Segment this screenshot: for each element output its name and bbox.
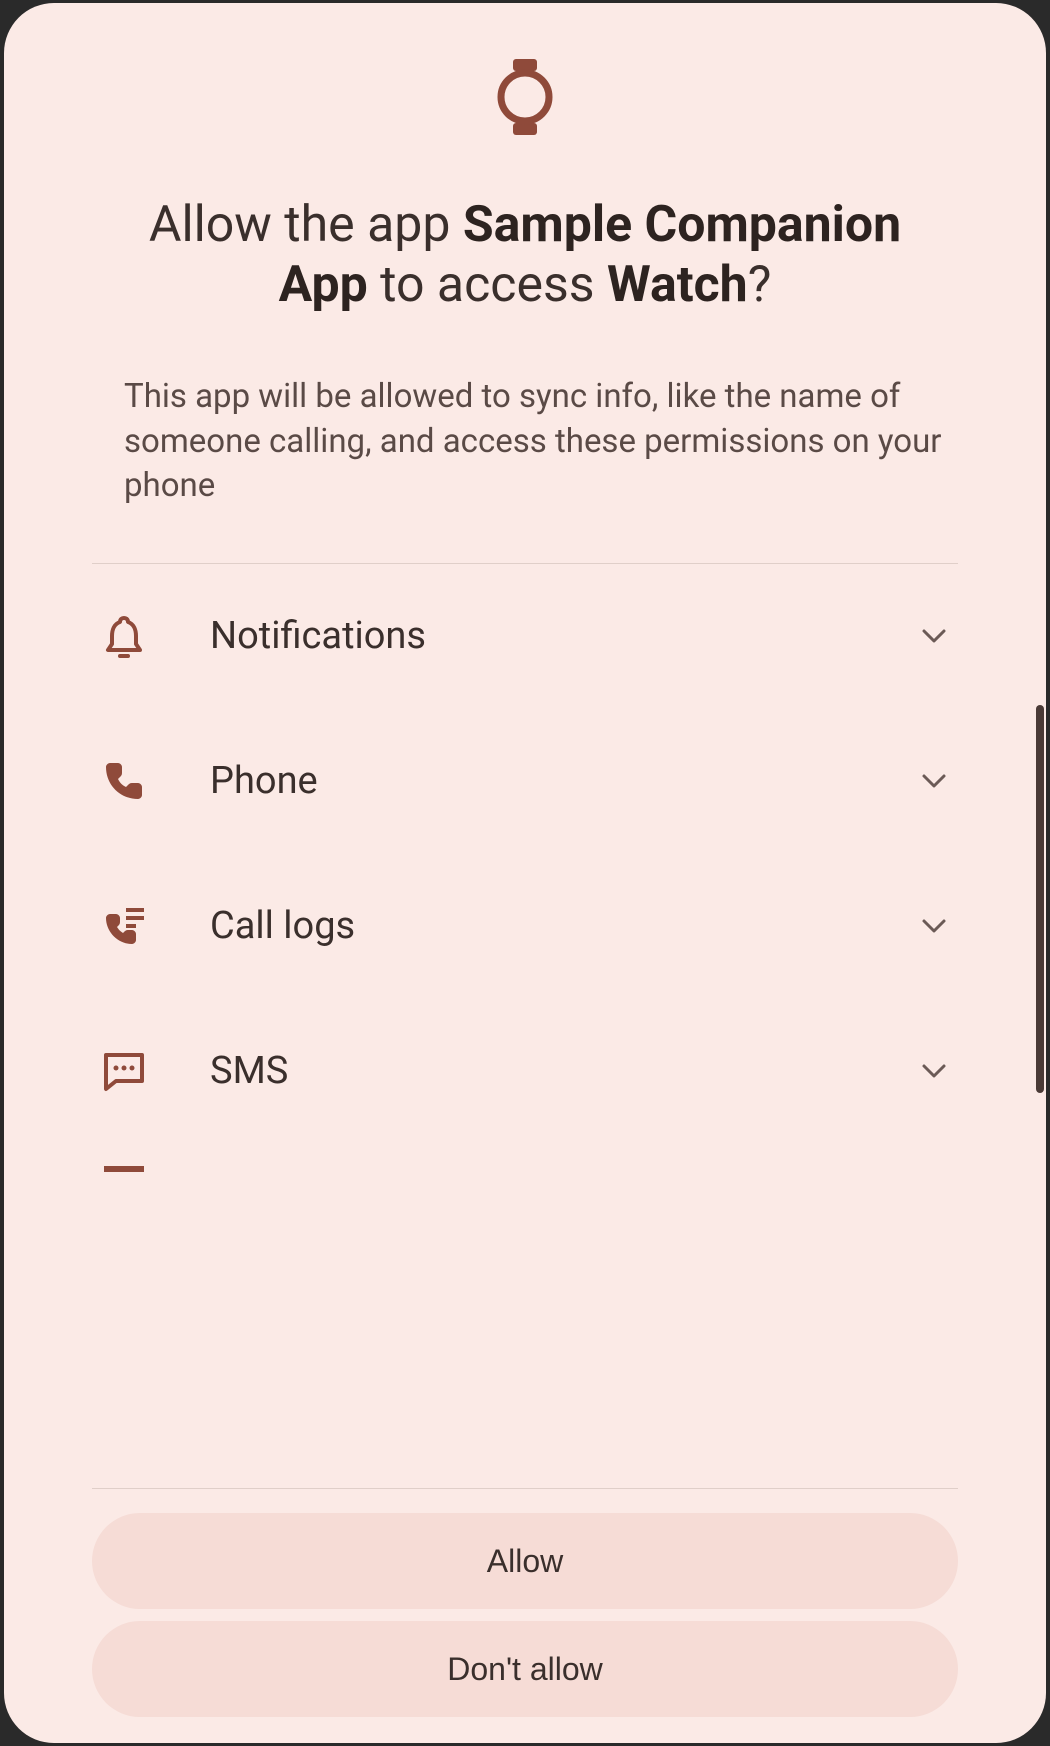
dialog-description: This app will be allowed to sync info, l… [4, 315, 1046, 509]
deny-button[interactable]: Don't allow [92, 1621, 958, 1717]
contacts-icon [100, 1166, 148, 1180]
permission-label: Call logs [148, 904, 918, 948]
title-target: Watch [607, 256, 748, 314]
sms-icon [100, 1047, 148, 1095]
watch-icon [493, 59, 557, 135]
chevron-down-icon [918, 910, 950, 942]
permission-row-call-logs[interactable]: Call logs [92, 854, 958, 999]
permission-row-phone[interactable]: Phone [92, 709, 958, 854]
phone-icon [100, 757, 148, 805]
notifications-icon [100, 612, 148, 660]
title-suffix: ? [748, 256, 772, 314]
title-mid: to access [368, 256, 607, 314]
permission-label: Phone [148, 759, 918, 803]
permission-label: Notifications [148, 614, 918, 658]
permission-row-partial[interactable] [92, 1144, 958, 1180]
header-icon-wrapper [4, 3, 1046, 167]
permission-row-sms[interactable]: SMS [92, 999, 958, 1144]
button-area: Allow Don't allow [4, 1489, 1046, 1743]
allow-button[interactable]: Allow [92, 1513, 958, 1609]
permission-dialog: Allow the app Sample Companion App to ac… [4, 3, 1046, 1743]
chevron-down-icon [918, 1055, 950, 1087]
permission-row-notifications[interactable]: Notifications [92, 564, 958, 709]
chevron-down-icon [918, 765, 950, 797]
scrollbar[interactable] [1036, 705, 1044, 1093]
chevron-down-icon [918, 620, 950, 652]
permission-label: SMS [148, 1049, 918, 1093]
dialog-title: Allow the app Sample Companion App to ac… [4, 167, 1046, 315]
title-prefix: Allow the app [149, 196, 463, 254]
call-logs-icon [100, 902, 148, 950]
permissions-list[interactable]: Notifications Phone [92, 563, 958, 1489]
